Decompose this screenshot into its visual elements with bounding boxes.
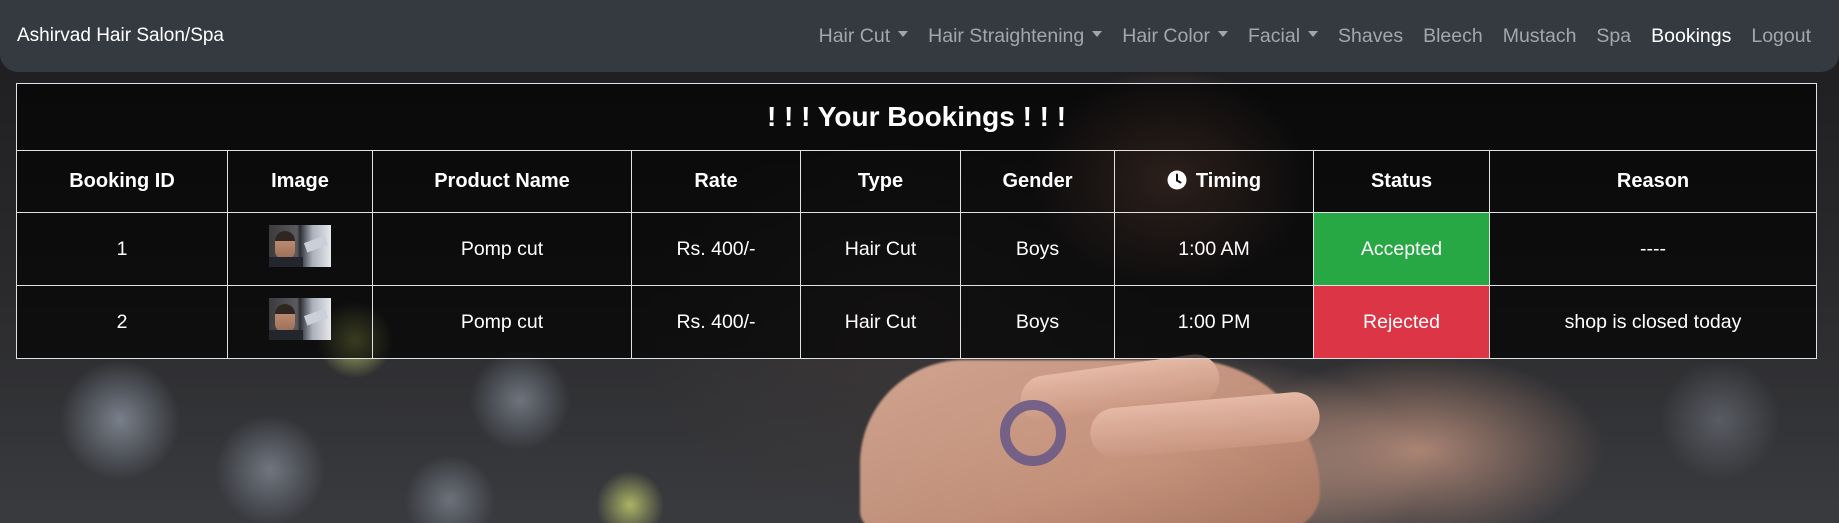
nav-item-hair-straightening[interactable]: Hair Straightening bbox=[918, 25, 1112, 48]
timing-cell: 1:00 AM bbox=[1114, 212, 1314, 286]
nav-item-bookings[interactable]: Bookings bbox=[1641, 25, 1741, 48]
caret-down-icon bbox=[1308, 31, 1319, 37]
column-header-image: Image bbox=[227, 150, 373, 213]
column-header-rate: Rate bbox=[631, 150, 801, 213]
brand-link[interactable]: Ashirvad Hair Salon/Spa bbox=[17, 25, 224, 47]
bookings-table: ! ! ! Your Bookings ! ! ! Booking ID Ima… bbox=[15, 83, 1818, 359]
caret-down-icon bbox=[1092, 31, 1103, 37]
booking-id-cell: 2 bbox=[16, 285, 228, 359]
caret-down-icon bbox=[1218, 31, 1229, 37]
type-cell: Hair Cut bbox=[800, 285, 961, 359]
reason-cell: ---- bbox=[1488, 212, 1818, 286]
clock-icon bbox=[1167, 170, 1187, 190]
top-navbar: Ashirvad Hair Salon/Spa Hair Cut Hair St… bbox=[0, 0, 1839, 72]
product-name-cell: Pomp cut bbox=[372, 285, 632, 359]
nav-item-bleech[interactable]: Bleech bbox=[1413, 25, 1493, 48]
image-cell bbox=[227, 212, 373, 286]
column-header-booking-id: Booking ID bbox=[16, 150, 228, 213]
nav-item-mustach[interactable]: Mustach bbox=[1493, 25, 1587, 48]
column-header-product-name: Product Name bbox=[372, 150, 632, 213]
haircut-thumbnail-image bbox=[269, 298, 331, 340]
haircut-thumbnail-image bbox=[269, 225, 331, 267]
nav-item-label: Hair Straightening bbox=[928, 24, 1085, 47]
column-header-type: Type bbox=[800, 150, 961, 213]
nav-item-hair-color[interactable]: Hair Color bbox=[1112, 25, 1238, 48]
column-header-gender: Gender bbox=[960, 150, 1115, 213]
product-name-cell: Pomp cut bbox=[372, 212, 632, 286]
bookings-title: ! ! ! Your Bookings ! ! ! bbox=[15, 83, 1818, 151]
rate-cell: Rs. 400/- bbox=[631, 212, 801, 286]
image-cell bbox=[227, 285, 373, 359]
nav-item-facial[interactable]: Facial bbox=[1238, 25, 1328, 48]
gender-cell: Boys bbox=[960, 285, 1115, 359]
nav-item-hair-cut[interactable]: Hair Cut bbox=[809, 25, 919, 48]
column-header-status: Status bbox=[1313, 150, 1490, 213]
column-header-reason: Reason bbox=[1488, 150, 1818, 213]
nav-item-logout[interactable]: Logout bbox=[1741, 25, 1821, 48]
column-header-timing: Timing bbox=[1114, 150, 1314, 213]
background-scissors bbox=[1000, 400, 1066, 466]
type-cell: Hair Cut bbox=[800, 212, 961, 286]
status-badge-accepted: Accepted bbox=[1313, 212, 1490, 286]
nav-item-label: Facial bbox=[1248, 24, 1301, 47]
table-row: 2 Pomp cut Rs. 400/- Hair Cut Boys 1:00 … bbox=[16, 285, 1818, 359]
bookings-table-container: ! ! ! Your Bookings ! ! ! Booking ID Ima… bbox=[15, 83, 1818, 359]
table-row: 1 Pomp cut Rs. 400/- Hair Cut Boys 1:00 … bbox=[16, 212, 1818, 286]
nav-item-spa[interactable]: Spa bbox=[1586, 25, 1641, 48]
rate-cell: Rs. 400/- bbox=[631, 285, 801, 359]
caret-down-icon bbox=[898, 31, 909, 37]
nav-item-label: Hair Color bbox=[1122, 24, 1211, 47]
nav-item-label: Hair Cut bbox=[818, 24, 891, 47]
column-header-timing-label: Timing bbox=[1195, 170, 1262, 192]
gender-cell: Boys bbox=[960, 212, 1115, 286]
table-header-row: Booking ID Image Product Name Rate Type … bbox=[16, 150, 1818, 213]
reason-cell: shop is closed today bbox=[1488, 285, 1818, 359]
status-badge-rejected: Rejected bbox=[1313, 285, 1490, 359]
nav-item-shaves[interactable]: Shaves bbox=[1328, 25, 1413, 48]
booking-id-cell: 1 bbox=[16, 212, 228, 286]
nav-menu: Hair Cut Hair Straightening Hair Color F… bbox=[809, 25, 1821, 48]
timing-cell: 1:00 PM bbox=[1114, 285, 1314, 359]
